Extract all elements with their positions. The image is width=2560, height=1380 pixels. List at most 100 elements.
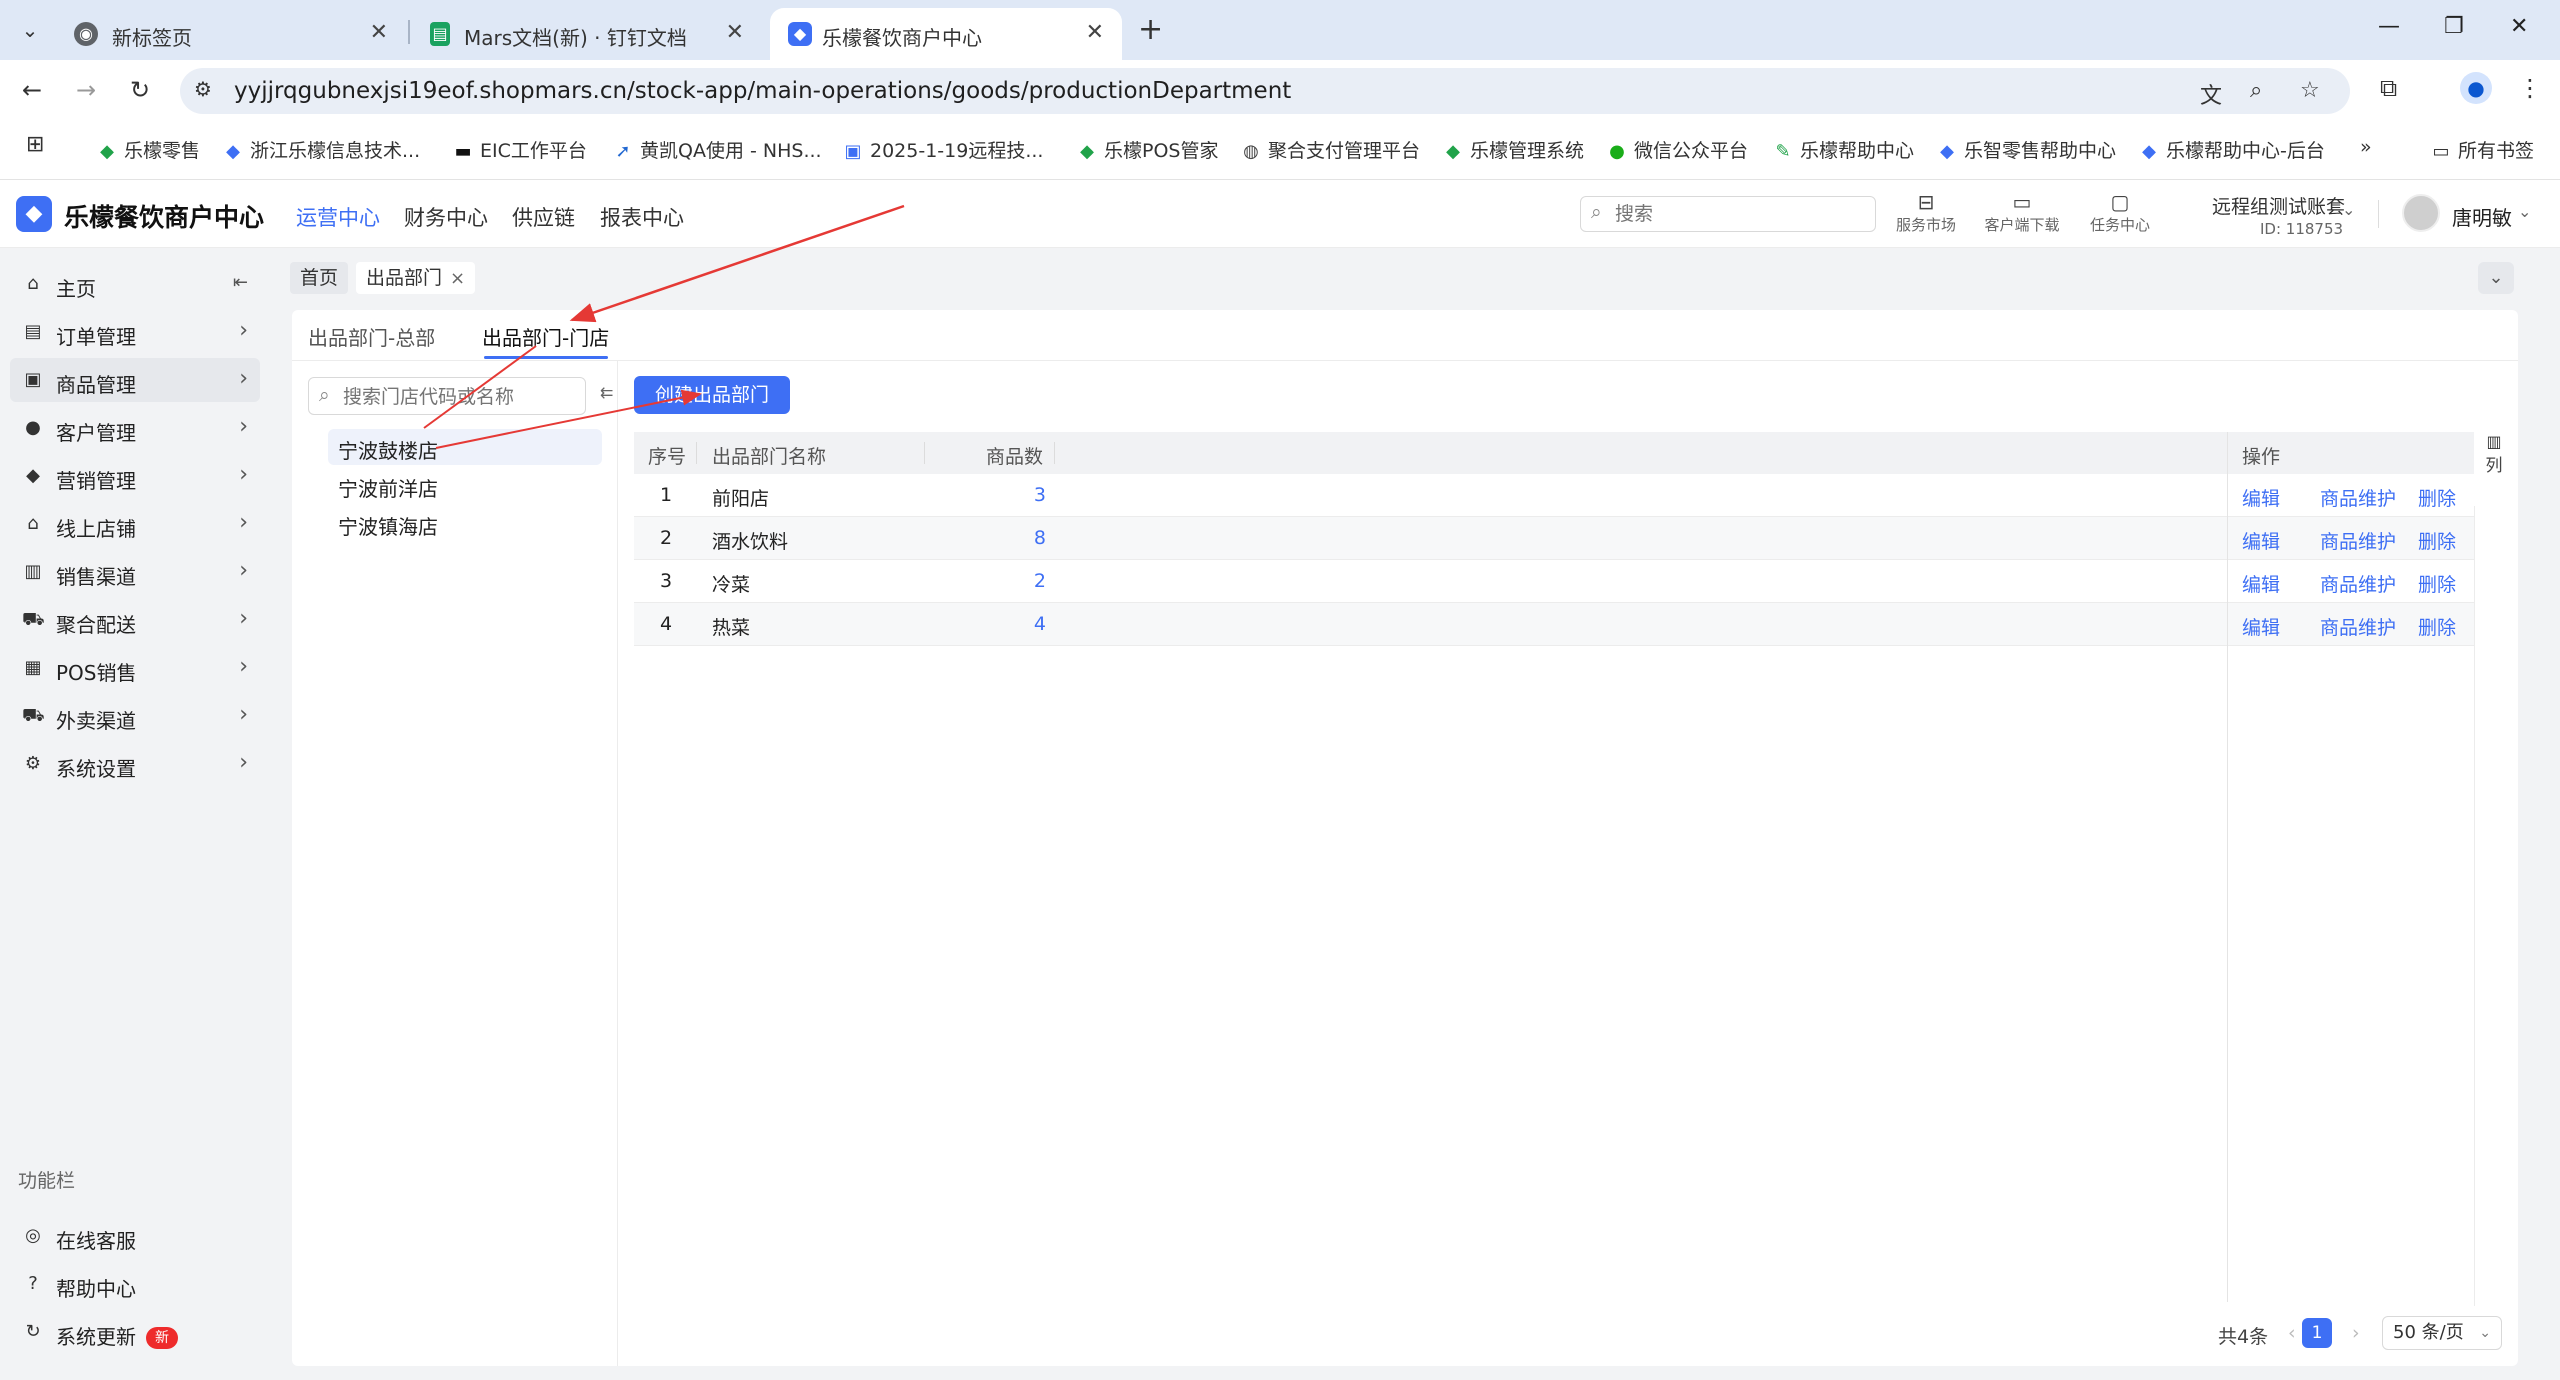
store-item[interactable]: 宁波鼓楼店 bbox=[328, 429, 602, 465]
more-bookmarks-icon[interactable]: » bbox=[2360, 136, 2372, 158]
avatar[interactable] bbox=[2402, 194, 2440, 232]
browser-menu-icon[interactable]: ⋮ bbox=[2518, 74, 2542, 102]
chevron-down-icon[interactable]: ⌄ bbox=[2478, 262, 2514, 294]
sidebar-item-takeout[interactable]: ⛟ 外卖渠道 › bbox=[10, 694, 260, 738]
create-production-dept-button[interactable]: 创建出品部门 bbox=[634, 376, 790, 414]
bookmark-item[interactable]: ◍ 聚合支付管理平台 bbox=[1240, 136, 1420, 163]
browser-tab-docs[interactable]: ▤ Mars文档(新) · 钉钉文档 ✕ bbox=[412, 8, 762, 60]
header-search[interactable]: ⌕ bbox=[1580, 196, 1876, 232]
bookmark-item[interactable]: ▣ 2025-1-19远程技... bbox=[842, 136, 1043, 163]
tab-production-hq[interactable]: 出品部门-总部 bbox=[308, 322, 435, 351]
delete-link[interactable]: 删除 bbox=[2418, 527, 2456, 554]
next-page-icon[interactable]: › bbox=[2352, 1322, 2360, 1344]
page-tab-production-dept[interactable]: 出品部门 × bbox=[356, 262, 476, 294]
edit-link[interactable]: 编辑 bbox=[2242, 527, 2280, 554]
site-settings-icon[interactable]: ⚙ bbox=[194, 77, 212, 101]
chevron-down-icon[interactable]: ⌄ bbox=[2342, 200, 2355, 219]
bookmark-item[interactable]: ▬ EIC工作平台 bbox=[452, 136, 586, 163]
store-search-input[interactable] bbox=[343, 384, 579, 410]
sidebar-item-pos[interactable]: ▦ POS销售 › bbox=[10, 646, 260, 690]
browser-tab-active[interactable]: ◆ 乐檬餐饮商户中心 ✕ bbox=[770, 8, 1122, 60]
all-bookmarks-folder[interactable]: ▭ 所有书签 bbox=[2430, 136, 2534, 163]
goods-maintain-link[interactable]: 商品维护 bbox=[2320, 570, 2396, 597]
task-center-button[interactable]: ▢ 任务中心 bbox=[2080, 190, 2160, 235]
column-setting-button[interactable]: ▥ 列 bbox=[2476, 432, 2512, 502]
service-market-button[interactable]: ⊟ 服务市场 bbox=[1886, 190, 1966, 235]
close-icon[interactable]: ✕ bbox=[370, 20, 388, 45]
store-item[interactable]: 宁波前洋店 bbox=[328, 467, 602, 503]
sidebar-item-home[interactable]: ⌂ 主页 ⇤ bbox=[10, 262, 260, 306]
edit-link[interactable]: 编辑 bbox=[2242, 570, 2280, 597]
topnav-supply-chain[interactable]: 供应链 bbox=[512, 202, 575, 232]
bookmark-item[interactable]: ✎ 乐檬帮助中心 bbox=[1772, 136, 1914, 163]
profile-icon[interactable]: ● bbox=[2460, 72, 2492, 104]
store-search[interactable]: ⌕ bbox=[308, 377, 586, 415]
minimize-icon[interactable]: — bbox=[2378, 14, 2400, 39]
pagination-current-page[interactable]: 1 bbox=[2302, 1318, 2332, 1348]
delete-link[interactable]: 删除 bbox=[2418, 570, 2456, 597]
reload-icon[interactable]: ↻ bbox=[122, 72, 158, 108]
panel-collapse-icon[interactable]: ⇇ bbox=[600, 383, 613, 402]
restore-icon[interactable]: ❐ bbox=[2444, 14, 2464, 39]
goods-count-link[interactable]: 3 bbox=[966, 484, 1046, 506]
sidebar-item-orders[interactable]: ▤ 订单管理 › bbox=[10, 310, 260, 354]
new-tab-plus-icon[interactable]: + bbox=[1138, 12, 1163, 48]
user-name[interactable]: 唐明敏 bbox=[2452, 202, 2512, 231]
close-icon[interactable]: × bbox=[450, 268, 465, 289]
browser-tab-new[interactable]: ◉ 新标签页 ✕ bbox=[56, 8, 406, 60]
page-tab-home[interactable]: 首页 bbox=[290, 262, 349, 294]
edit-link[interactable]: 编辑 bbox=[2242, 613, 2280, 640]
client-download-button[interactable]: ▭ 客户端下载 bbox=[1982, 190, 2062, 235]
collapse-sidebar-icon[interactable]: ⇤ bbox=[233, 272, 248, 293]
window-close-icon[interactable]: ✕ bbox=[2510, 14, 2528, 39]
bookmark-item[interactable]: ● 微信公众平台 bbox=[1606, 136, 1748, 163]
goods-maintain-link[interactable]: 商品维护 bbox=[2320, 484, 2396, 511]
delete-link[interactable]: 删除 bbox=[2418, 484, 2456, 511]
translate-icon[interactable]: 文 bbox=[2200, 78, 2222, 110]
goods-count-link[interactable]: 8 bbox=[966, 527, 1046, 549]
account-switcher[interactable]: 远程组测试账套 bbox=[2212, 192, 2345, 219]
bookmark-item[interactable]: ➚ 黄凯QA使用 - NHS... bbox=[612, 136, 821, 163]
sidebar-item-delivery[interactable]: ⛟ 聚合配送 › bbox=[10, 598, 260, 642]
sidebar-item-online-store[interactable]: ⌂ 线上店铺 › bbox=[10, 502, 260, 546]
sidebar-item-settings[interactable]: ⚙ 系统设置 › bbox=[10, 742, 260, 786]
topnav-finance[interactable]: 财务中心 bbox=[404, 202, 488, 232]
back-arrow-icon[interactable]: ← bbox=[14, 72, 50, 108]
apps-grid-icon[interactable]: ⊞ bbox=[26, 132, 44, 157]
zoom-icon[interactable]: ⌕ bbox=[2250, 78, 2262, 103]
store-item[interactable]: 宁波镇海店 bbox=[328, 505, 602, 541]
sidebar-item-customers[interactable]: ● 客户管理 › bbox=[10, 406, 260, 450]
bookmark-item[interactable]: ◆ 乐智零售帮助中心 bbox=[1936, 136, 2116, 163]
goods-count-link[interactable]: 2 bbox=[966, 570, 1046, 592]
forward-arrow-icon[interactable]: → bbox=[68, 72, 104, 108]
topnav-operations[interactable]: 运营中心 bbox=[296, 202, 380, 232]
bookmark-item[interactable]: ◆ 乐檬POS管家 bbox=[1076, 136, 1218, 163]
bookmark-item[interactable]: ◆ 浙江乐檬信息技术... bbox=[222, 136, 420, 163]
bookmark-item[interactable]: ◆ 乐檬零售 bbox=[96, 136, 200, 163]
header-search-input[interactable] bbox=[1615, 201, 1865, 227]
sidebar-item-sales-channel[interactable]: ▥ 销售渠道 › bbox=[10, 550, 260, 594]
sidebar-item-goods[interactable]: ▣ 商品管理 › bbox=[10, 358, 260, 402]
sidebar-item-system-update[interactable]: ↻ 系统更新新 bbox=[10, 1310, 260, 1354]
bookmark-item[interactable]: ◆ 乐檬帮助中心-后台 bbox=[2138, 136, 2325, 163]
bookmark-item[interactable]: ◆ 乐檬管理系统 bbox=[1442, 136, 1584, 163]
extensions-puzzle-icon[interactable]: ⧉ bbox=[2380, 74, 2397, 102]
goods-maintain-link[interactable]: 商品维护 bbox=[2320, 613, 2396, 640]
close-icon[interactable]: ✕ bbox=[726, 20, 744, 45]
sidebar-item-online-service[interactable]: ◎ 在线客服 bbox=[10, 1214, 260, 1258]
chevron-down-icon[interactable]: ⌄ bbox=[2518, 202, 2531, 221]
tab-search-chevron-icon[interactable]: ⌄ bbox=[12, 12, 48, 48]
goods-maintain-link[interactable]: 商品维护 bbox=[2320, 527, 2396, 554]
bookmark-star-icon[interactable]: ☆ bbox=[2300, 78, 2320, 103]
topnav-reports[interactable]: 报表中心 bbox=[600, 202, 684, 232]
delete-link[interactable]: 删除 bbox=[2418, 613, 2456, 640]
prev-page-icon[interactable]: ‹ bbox=[2288, 1322, 2296, 1344]
address-bar[interactable]: ⚙ yyjjrqgubnexjsi19eof.shopmars.cn/stock… bbox=[180, 68, 2350, 114]
url-text[interactable]: yyjjrqgubnexjsi19eof.shopmars.cn/stock-a… bbox=[234, 78, 1291, 104]
tab-production-store[interactable]: 出品部门-门店 bbox=[482, 322, 609, 351]
close-icon[interactable]: ✕ bbox=[1086, 20, 1104, 45]
goods-count-link[interactable]: 4 bbox=[966, 613, 1046, 635]
page-size-select[interactable]: 50 条/页 ⌄ bbox=[2382, 1316, 2502, 1350]
sidebar-item-marketing[interactable]: ◆ 营销管理 › bbox=[10, 454, 260, 498]
sidebar-item-help[interactable]: ? 帮助中心 bbox=[10, 1262, 260, 1306]
